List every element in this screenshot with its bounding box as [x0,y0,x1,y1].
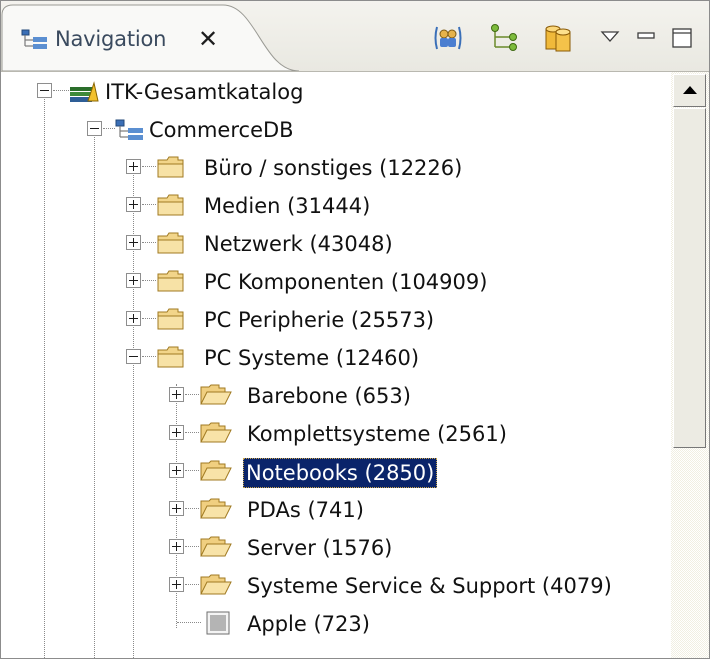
tree-branch-line [103,128,115,129]
navigation-tab[interactable]: Navigation ✕ [1,1,301,71]
tree-item[interactable]: PC Systeme (12460) [1,338,671,376]
tree-item[interactable]: Medien (31444) [1,186,671,224]
collapse-toggle[interactable] [126,349,141,364]
users-icon[interactable] [431,21,465,55]
folder-open-icon [199,458,232,484]
tree-item[interactable]: PC Peripherie (25573) [1,300,671,338]
tree-branch-line [142,280,156,281]
expand-toggle[interactable] [126,159,141,174]
leaf-item-icon [205,610,235,636]
expand-toggle[interactable] [169,539,184,554]
expand-toggle[interactable] [169,387,184,402]
folder-closed-icon [156,192,186,218]
tree-item[interactable]: ITK-Gesamtkatalog [1,72,671,110]
collapse-toggle[interactable] [37,83,52,98]
tree-item-label[interactable]: PC Komponenten (104909) [202,268,489,296]
navigation-view: Navigation ✕ ITK-Gesamtkatalog CommerceD… [0,0,710,659]
tree-branch-line [53,90,69,91]
hierarchy-icon[interactable] [487,21,521,55]
tree-branch-line [185,470,199,471]
folder-open-icon [199,496,232,522]
tree-branch-line [142,242,156,243]
folder-closed-icon [156,306,186,332]
tree-item-label[interactable]: PC Systeme (12460) [202,344,421,372]
folder-closed-icon [156,230,186,256]
tree-item[interactable]: PC Komponenten (104909) [1,262,671,300]
tree-item-label[interactable]: Medien (31444) [202,192,372,220]
tree-branch-line [142,166,156,167]
folder-open-icon [199,534,232,560]
tree-item-label[interactable]: PC Peripherie (25573) [202,306,436,334]
scroll-up-arrow-icon [683,86,697,94]
tree-item-label[interactable]: PDAs (741) [245,496,366,524]
expand-toggle[interactable] [126,311,141,326]
tree-branch-line [142,204,156,205]
tree-item[interactable]: Netzwerk (43048) [1,224,671,262]
tree-item-label[interactable]: Netzwerk (43048) [202,230,395,258]
folder-closed-icon [156,344,186,370]
tree-item-label[interactable]: Büro / sonstiges (12226) [202,154,464,182]
scroll-up-button[interactable] [673,74,706,107]
tree-item-label[interactable]: Barebone (653) [245,382,413,410]
tree-branch-line [142,318,156,319]
tree-item[interactable]: Systeme Service & Support (4079) [1,566,671,604]
view-title: Navigation [55,27,167,51]
tree-item[interactable]: Barebone (653) [1,376,671,414]
folder-closed-icon [156,154,186,180]
tree-branch-line [185,432,199,433]
tree-item[interactable]: Komplettsysteme (2561) [1,414,671,452]
tree-item-label[interactable]: Server (1576) [245,534,394,562]
tree-item[interactable]: Büro / sonstiges (12226) [1,148,671,186]
database-tree-icon [115,116,145,142]
collapse-toggle[interactable] [87,121,102,136]
maximize-icon[interactable] [665,21,699,55]
folder-open-icon [199,420,232,446]
folder-open-icon [199,572,232,598]
tree-branch-line [177,622,201,623]
navigation-tree-icon [21,27,49,51]
tree-item-label[interactable]: CommerceDB [147,116,296,144]
expand-toggle[interactable] [169,577,184,592]
minimize-icon[interactable] [629,21,663,55]
tree-item-label[interactable]: ITK-Gesamtkatalog [103,78,305,106]
view-menu-triangle-icon[interactable] [593,21,627,55]
tree-branch-line [185,584,199,585]
expand-toggle[interactable] [169,501,184,516]
vertical-scrollbar[interactable] [671,72,709,658]
tree-branch-line [185,394,199,395]
navigation-tree: ITK-Gesamtkatalog CommerceDB Büro / sons… [1,72,671,658]
tree-item[interactable]: Apple (723) [1,604,671,642]
tree-item-label-selected[interactable]: Notebooks (2850) [243,458,438,488]
catalog-icon [69,78,99,104]
tree-item[interactable]: CommerceDB [1,110,671,148]
tree-item[interactable]: PDAs (741) [1,490,671,528]
folder-closed-icon [156,268,186,294]
tree-item[interactable]: Notebooks (2850) [1,452,671,490]
tree-branch-line [185,546,199,547]
expand-toggle[interactable] [169,425,184,440]
expand-toggle[interactable] [126,273,141,288]
tree-item-label[interactable]: Apple (723) [245,610,372,638]
tree-item-label[interactable]: Systeme Service & Support (4079) [245,572,614,600]
tree-branch-line [185,508,199,509]
view-header: Navigation ✕ [1,1,709,72]
expand-toggle[interactable] [126,197,141,212]
scrollbar-thumb[interactable] [673,108,706,448]
database-icon[interactable] [541,21,575,55]
tree-item[interactable]: Server (1576) [1,528,671,566]
folder-open-icon [199,382,232,408]
expand-toggle[interactable] [126,235,141,250]
close-icon[interactable]: ✕ [198,25,218,53]
expand-toggle[interactable] [169,463,184,478]
tree-branch-line [142,356,156,357]
tree-item-label[interactable]: Komplettsysteme (2561) [245,420,509,448]
